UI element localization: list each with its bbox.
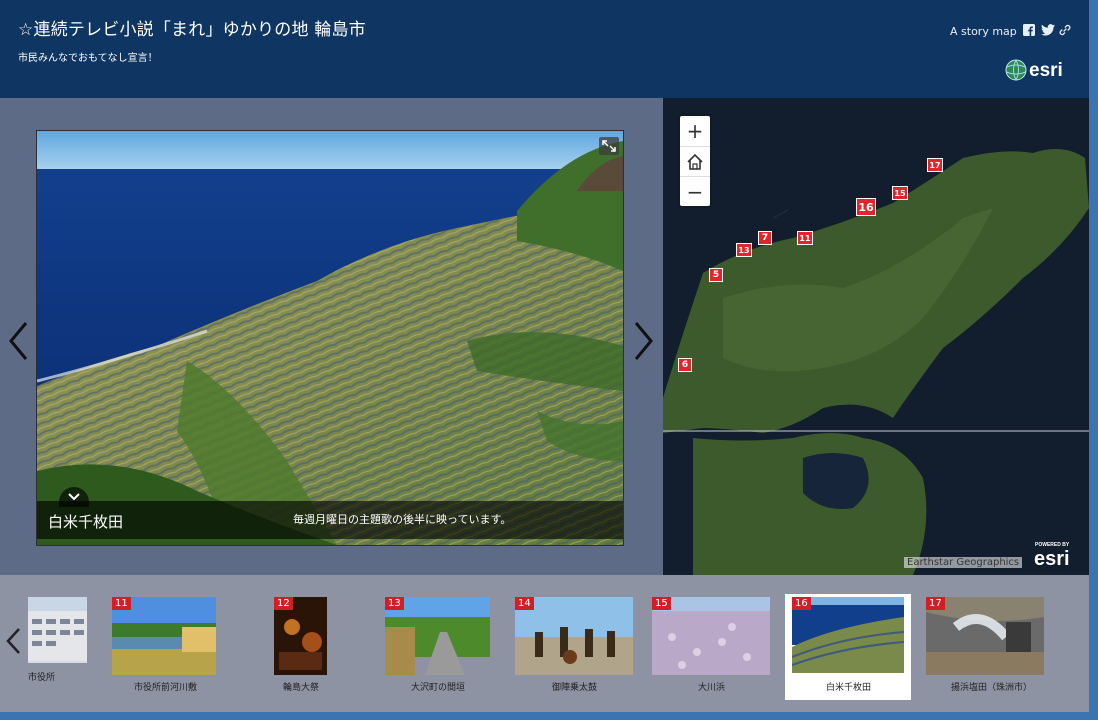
story-map-app: ☆連続テレビ小説「まれ」ゆかりの地 輪島市 市民みんなでおもてなし宣言！ A s… [0,0,1089,712]
zoom-control: + − [680,116,710,206]
thumbnail-label: 大川浜 [698,683,726,693]
previous-slide-arrow[interactable] [6,320,30,362]
page-title: ☆連続テレビ小説「まれ」ゆかりの地 輪島市 [18,20,366,40]
expand-button[interactable] [599,137,619,155]
thumbnail-number: 16 [792,597,811,610]
powered-by-esri-logo: POWERED BY esri [1034,542,1070,569]
thumbnail-number: 11 [112,597,131,610]
thumbnail-number: 12 [274,597,293,610]
thumbnail-label: 白米千枚田 [826,683,872,693]
expand-icon [602,140,616,152]
satellite-map[interactable] [663,98,1089,575]
window-edge-right [1089,0,1098,720]
next-slide-arrow[interactable] [632,320,656,362]
thumbnail-image [28,597,87,663]
thumbnail-label: 輪島大祭 [283,683,320,693]
caption-title: 白米千枚田 [48,513,124,531]
facebook-icon[interactable] [1023,24,1035,36]
powered-by-esri-text: esri [1034,548,1070,569]
media-frame: 白米千枚田 毎週月曜日の主題歌の後半に映っています。 [36,130,624,546]
home-icon [687,153,703,170]
thumbnail-number: 17 [926,597,945,610]
thumbnail-label: 市役所 [28,673,56,683]
thumbnail-label: 揚浜塩田（珠洲市） [951,683,1033,693]
thumbnail-label: 御陣乗太鼓 [552,683,598,693]
esri-logo-text: esri [1029,60,1063,81]
zoom-in-button[interactable]: + [680,116,710,146]
thumbnail-label: 大沢町の間垣 [411,683,466,693]
thumbnail-label: 市役所前河川敷 [134,683,198,693]
thumbnail-number: 15 [652,597,671,610]
link-icon[interactable] [1059,24,1071,36]
story-map-link[interactable]: A story map [950,25,1017,38]
chevron-down-icon [68,493,80,501]
carousel-previous-arrow[interactable] [4,627,22,655]
esri-logo[interactable]: esri [1005,57,1069,83]
zoom-out-button[interactable]: − [680,176,710,207]
thumbnail-number: 14 [515,597,534,610]
twitter-icon[interactable] [1041,24,1055,36]
map-panel[interactable]: + − 5 6 7 11 13 15 16 17 Earthstar Geogr… [663,98,1089,575]
window-edge-bottom [0,712,1098,720]
rice-terraces-photo [37,131,623,545]
caption-bar: 白米千枚田 毎週月曜日の主題歌の後半に映っています。 [37,487,623,539]
page-subtitle: 市民みんなでおもてなし宣言！ [18,53,158,64]
header: ☆連続テレビ小説「まれ」ゆかりの地 輪島市 市民みんなでおもてなし宣言！ A s… [0,0,1089,98]
thumbnail-carousel: 市役所 11 市役所前河川敷 12 輪島大祭 13 大沢町の間垣 14 御陣乗太… [0,575,1089,712]
home-button[interactable] [680,146,710,177]
media-panel: 白米千枚田 毎週月曜日の主題歌の後半に映っています。 [0,98,663,575]
caption-text: 毎週月曜日の主題歌の後半に映っています。 [293,513,512,526]
caption-collapse-button[interactable] [59,487,89,507]
map-attribution: Earthstar Geographics [904,557,1023,568]
thumbnail-number: 13 [385,597,404,610]
